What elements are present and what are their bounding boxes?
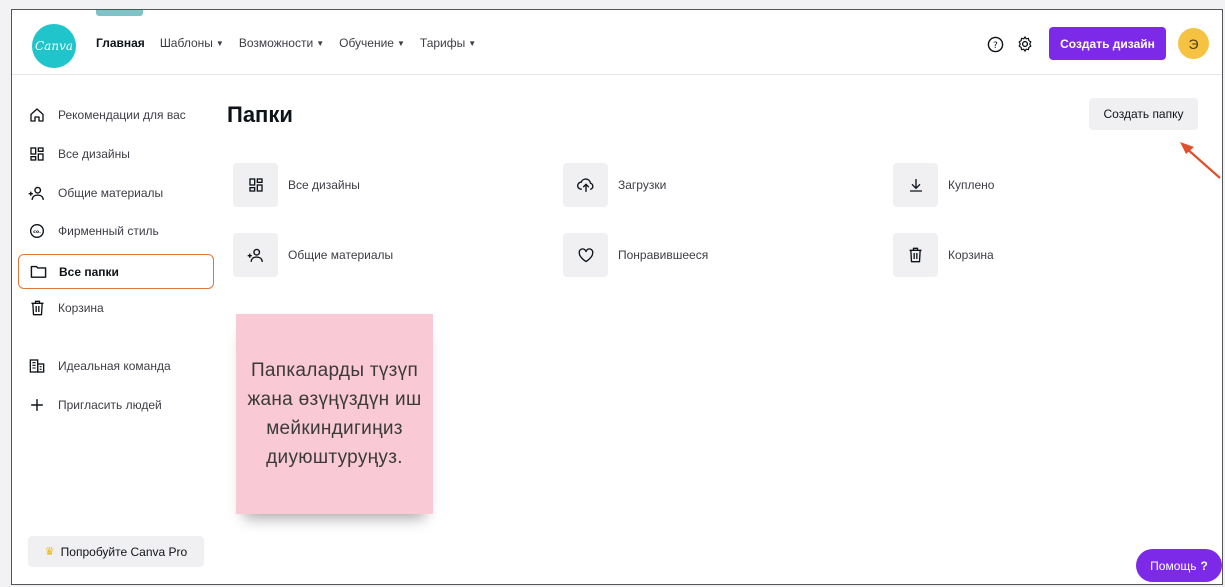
nav-home-label: Главная: [96, 36, 145, 50]
shared-people-icon: [233, 233, 278, 277]
sidebar-item-label: Все папки: [59, 264, 119, 279]
logo-text: Canva: [35, 39, 73, 53]
help-label: Помощь: [1150, 558, 1197, 573]
sidebar-item-label: Общие материалы: [58, 186, 164, 200]
sidebar-item-label: Пригласить людей: [58, 398, 162, 412]
canva-logo[interactable]: Canva: [32, 24, 76, 68]
sidebar-item-label: Все дизайны: [58, 147, 130, 161]
grid-icon: [28, 145, 46, 163]
team-building-icon: [28, 357, 46, 375]
grid-icon: [233, 163, 278, 207]
create-folder-button[interactable]: Создать папку: [1089, 98, 1198, 130]
sidebar-item-all-designs[interactable]: Все дизайны: [18, 138, 214, 170]
folder-card-trash[interactable]: Корзина: [893, 233, 994, 277]
folder-card-shared[interactable]: Общие материалы: [233, 233, 393, 277]
sidebar-item-trash[interactable]: Корзина: [18, 292, 214, 324]
main-nav: Главная Шаблоны ▼ Возможности ▼ Обучение ▼ …: [96, 36, 491, 50]
shared-people-icon: [28, 184, 46, 202]
chevron-down-icon: ▼: [396, 38, 405, 48]
try-canva-pro-button[interactable]: ♛ Попробуйте Canva Pro: [28, 536, 204, 567]
sidebar-item-shared[interactable]: Общие материалы: [18, 177, 214, 209]
nav-home[interactable]: Главная: [96, 36, 145, 50]
nav-templates[interactable]: Шаблоны ▼: [160, 36, 224, 50]
folder-label: Общие материалы: [288, 248, 394, 262]
question-mark-icon: ?: [1200, 558, 1208, 573]
folder-card-purchased[interactable]: Куплено: [893, 163, 994, 207]
sidebar-item-team[interactable]: Идеальная команда: [18, 350, 214, 382]
folder-card-liked[interactable]: Понравившееся: [563, 233, 708, 277]
sidebar: Рекомендации для вас Все дизайны Общие м…: [12, 74, 222, 584]
top-bar: Canva Главная Шаблоны ▼ Возможности ▼ Обуч…: [12, 10, 1222, 75]
pointer-arrow-icon: [1180, 142, 1221, 179]
folder-label: Загрузки: [618, 178, 667, 192]
svg-text:co.: co.: [33, 230, 41, 235]
create-design-button[interactable]: Создать дизайн: [1049, 27, 1166, 60]
nav-features[interactable]: Возможности ▼: [239, 36, 324, 50]
help-circle-icon[interactable]: ?: [986, 35, 1004, 53]
annotation-text: Папкаларды түзүп жана өзүңүздүн иш мейки…: [247, 360, 422, 468]
chevron-down-icon: ▼: [468, 38, 477, 48]
help-button[interactable]: Помощь ?: [1136, 549, 1222, 582]
crown-icon: ♛: [44, 546, 55, 558]
nav-templates-label: Шаблоны: [159, 36, 213, 50]
nav-pricing-label: Тарифы: [419, 36, 466, 50]
folder-label: Понравившееся: [618, 248, 709, 262]
gear-icon[interactable]: [1016, 35, 1034, 53]
home-icon: [28, 106, 46, 124]
nav-learn[interactable]: Обучение ▼: [339, 36, 405, 50]
try-pro-label: Попробуйте Canva Pro: [60, 544, 188, 559]
nav-features-label: Возможности: [238, 36, 314, 50]
avatar[interactable]: Э: [1178, 28, 1209, 59]
sidebar-item-label: Корзина: [58, 301, 104, 315]
nav-learn-label: Обучение: [339, 36, 394, 50]
sidebar-item-recommended[interactable]: Рекомендации для вас: [18, 99, 214, 131]
active-nav-indicator: [96, 10, 143, 16]
folder-icon: [29, 263, 47, 281]
trash-icon: [893, 233, 938, 277]
cloud-upload-icon: [563, 163, 608, 207]
nav-pricing[interactable]: Тарифы ▼: [420, 36, 476, 50]
plus-icon: [28, 396, 46, 414]
chevron-down-icon: ▼: [215, 38, 224, 48]
sidebar-item-brand[interactable]: co. Фирменный стиль: [18, 215, 214, 247]
chevron-down-icon: ▼: [316, 38, 325, 48]
app-window: Canva Главная Шаблоны ▼ Возможности ▼ Обуч…: [11, 9, 1223, 585]
sidebar-item-invite[interactable]: Пригласить людей: [18, 389, 214, 421]
heart-icon: [563, 233, 608, 277]
folder-label: Все дизайны: [288, 178, 360, 192]
download-icon: [893, 163, 938, 207]
sidebar-item-label: Рекомендации для вас: [58, 108, 186, 122]
sidebar-item-all-folders[interactable]: Все папки: [18, 254, 214, 289]
sticky-note-annotation: Папкаларды түзүп жана өзүңүздүн иш мейки…: [236, 314, 433, 514]
folder-card-all-designs[interactable]: Все дизайны: [233, 163, 360, 207]
sidebar-item-label: Фирменный стиль: [58, 224, 159, 238]
folder-label: Корзина: [948, 248, 994, 262]
folder-label: Куплено: [948, 178, 995, 192]
folder-card-uploads[interactable]: Загрузки: [563, 163, 666, 207]
trash-icon: [28, 299, 46, 317]
brand-kit-icon: co.: [28, 222, 46, 240]
page-title: Папки: [227, 102, 293, 127]
sidebar-item-label: Идеальная команда: [58, 359, 171, 373]
svg-text:?: ?: [993, 40, 998, 51]
